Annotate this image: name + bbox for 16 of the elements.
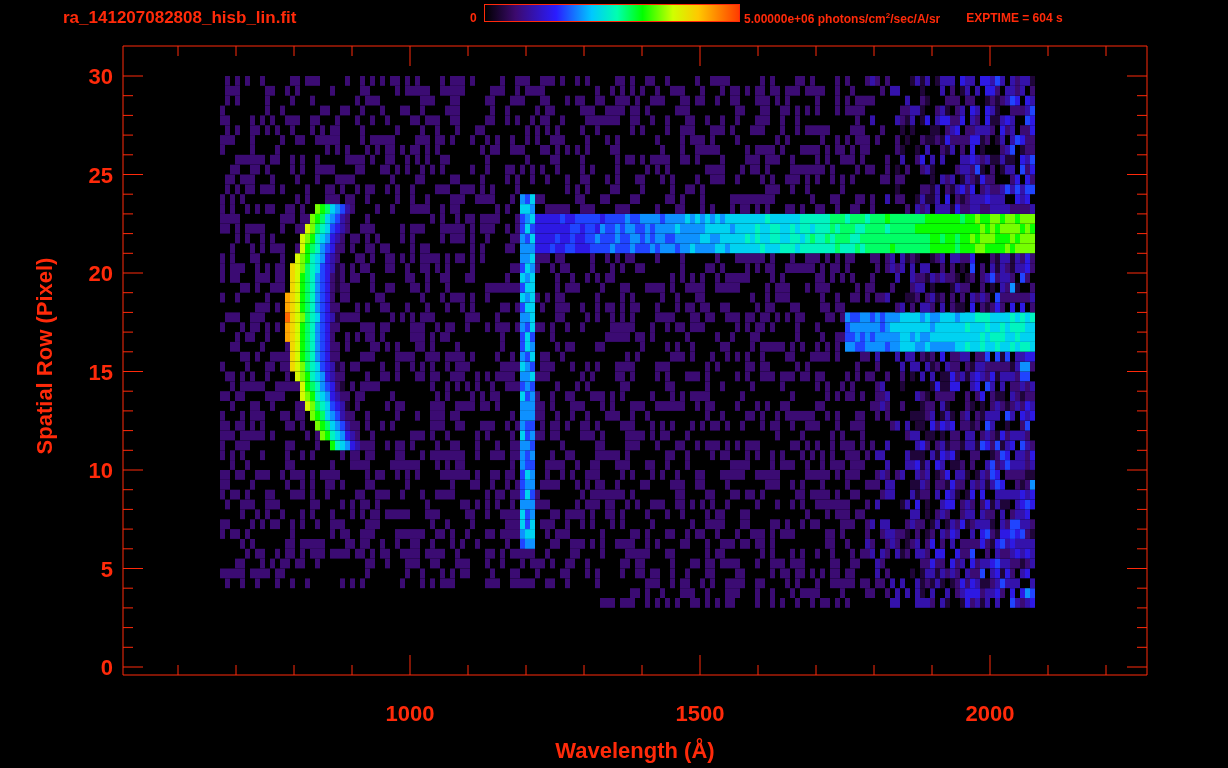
exposure-time: EXPTIME = 604 s [966, 11, 1063, 25]
y-tick-label: 0 [100, 655, 113, 680]
scale-max-label: 5.00000e+06 photons/cm$^{2}$/sec/A/sr [744, 10, 941, 26]
y-tick-label: 30 [88, 64, 113, 89]
y-tick-label: 20 [88, 261, 113, 286]
y-tick-label: 25 [88, 162, 113, 188]
y-tick-label: 10 [88, 458, 113, 483]
x-tick-label: 2000 [965, 701, 1015, 726]
y-axis-label: Spatial Row (Pixel) [32, 257, 57, 455]
y-tick-label: 15 [88, 359, 113, 385]
file-name: ra_141207082808_hisb_lin.fit [63, 8, 298, 28]
x-tick-label: 1500 [675, 701, 725, 726]
x-tick-label: 1000 [385, 701, 435, 726]
x-axis-label: Wavelength (Å) [555, 738, 715, 763]
scale-min-label: 0 [470, 11, 478, 25]
y-tick-label: 5 [100, 556, 113, 582]
